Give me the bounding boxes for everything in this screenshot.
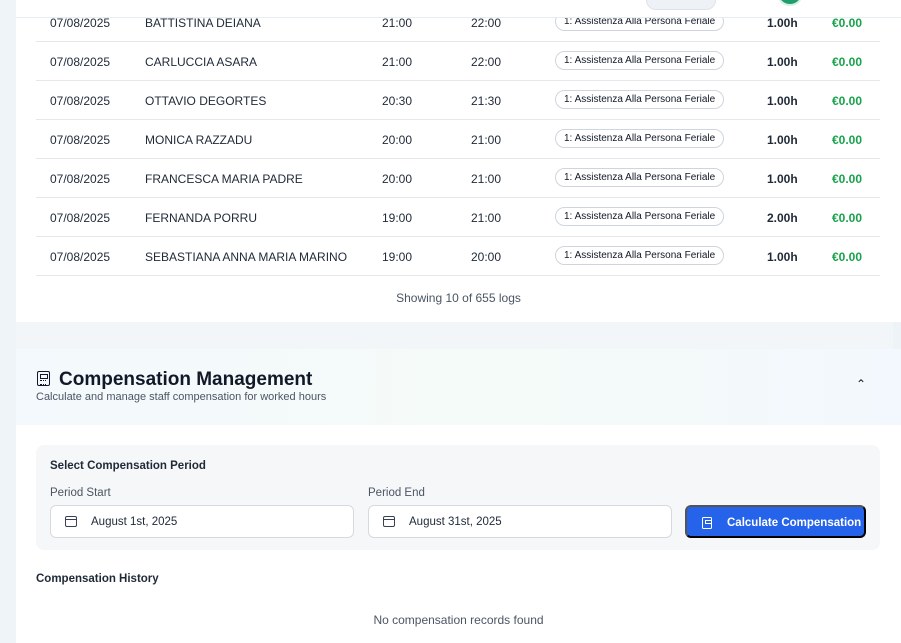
log-end-time: 22:00 — [471, 16, 502, 30]
compensation-period-panel: Select Compensation Period Period Start … — [36, 445, 880, 550]
header-toggle[interactable] — [646, 0, 716, 10]
log-amount: €0.00 — [832, 250, 863, 264]
log-start-time: 19:00 — [382, 250, 413, 264]
log-amount: €0.00 — [832, 172, 863, 186]
log-end-time: 22:00 — [471, 55, 502, 69]
empty-state-text: No compensation records found — [373, 613, 544, 627]
log-date: 07/08/2025 — [50, 16, 111, 30]
period-start-label: Period Start — [50, 487, 111, 499]
log-end-time: 21:30 — [471, 94, 502, 108]
period-end-label: Period End — [368, 487, 425, 499]
log-hours: 1.00h — [767, 133, 798, 147]
log-amount: €0.00 — [832, 16, 863, 30]
calendar-icon — [65, 516, 77, 527]
log-hours: 1.00h — [767, 94, 798, 108]
log-hours: 1.00h — [767, 250, 798, 264]
log-start-time: 20:00 — [382, 172, 413, 186]
calculate-compensation-button[interactable]: Calculate Compensation — [685, 505, 866, 538]
table-row: 07/08/2025 SEBASTIANA ANNA MARIA MARINO 19… — [36, 237, 880, 276]
log-end-time: 21:00 — [471, 211, 502, 225]
table-row: 07/08/2025 FRANCESCA MARIA PADRE 20:00 21:0… — [36, 159, 880, 198]
log-start-time: 19:00 — [382, 211, 413, 225]
log-hours: 1.00h — [767, 16, 798, 30]
log-end-time: 21:00 — [471, 133, 502, 147]
table-row: 07/08/2025 FERNANDA PORRU 19:00 21:00 1: Ass… — [36, 198, 880, 237]
page-background-left — [0, 0, 16, 643]
log-amount: €0.00 — [832, 94, 863, 108]
log-name: FRANCESCA MARIA PADRE — [145, 172, 303, 186]
chevron-up-icon[interactable]: ⌃ — [854, 377, 868, 391]
log-start-time: 21:00 — [382, 55, 413, 69]
period-start-picker[interactable]: August 1st, 2025 — [50, 505, 354, 538]
compensation-subtitle: Calculate and manage staff compensation … — [36, 391, 327, 403]
period-end-value: August 31st, 2025 — [409, 516, 502, 528]
log-service-badge: 1: Assistenza Alla Persona Feriale — [555, 129, 725, 148]
log-name: MONICA RAZZADU — [145, 133, 253, 147]
calculator-icon — [37, 371, 50, 386]
log-name: OTTAVIO DEGORTES — [145, 94, 267, 108]
calculate-compensation-label: Calculate Compensation — [727, 517, 862, 529]
log-service-badge: 1: Assistenza Alla Persona Feriale — [555, 207, 725, 226]
log-service-badge: 1: Assistenza Alla Persona Feriale — [555, 51, 725, 70]
log-service-badge: 1: Assistenza Alla Persona Feriale — [555, 168, 725, 187]
log-start-time: 20:00 — [382, 133, 413, 147]
calendar-icon — [383, 516, 395, 527]
compensation-history-title: Compensation History — [36, 573, 159, 585]
period-start-value: August 1st, 2025 — [91, 516, 178, 528]
log-amount: €0.00 — [832, 133, 863, 147]
log-end-time: 20:00 — [471, 250, 502, 264]
table-row: 07/08/2025 MONICA RAZZADU 20:00 21:00 1: Ass… — [36, 120, 880, 159]
log-date: 07/08/2025 — [50, 211, 111, 225]
log-start-time: 20:30 — [382, 94, 413, 108]
log-hours: 2.00h — [767, 211, 798, 225]
log-name: BATTISTINA DEIANA — [145, 16, 261, 30]
log-amount: €0.00 — [832, 55, 863, 69]
log-date: 07/08/2025 — [50, 94, 111, 108]
top-header-edge — [16, 0, 901, 18]
log-amount: €0.00 — [832, 211, 863, 225]
work-logs-card: 07/08/2025 BATTISTINA DEIANA 21:00 22:00 1: … — [16, 0, 901, 322]
log-service-badge: 1: Assistenza Alla Persona Feriale — [555, 246, 725, 265]
calculator-icon — [702, 517, 712, 529]
period-end-picker[interactable]: August 31st, 2025 — [368, 505, 672, 538]
compensation-title: Compensation Management — [59, 369, 313, 390]
log-name: SEBASTIANA ANNA MARIA MARINO — [145, 250, 348, 264]
log-date: 07/08/2025 — [50, 250, 111, 264]
table-row: 07/08/2025 CARLUCCIA ASARA 21:00 22:00 1: As… — [36, 42, 880, 81]
table-row: 07/08/2025 OTTAVIO DEGORTES 20:30 21:30 1: A… — [36, 81, 880, 120]
period-panel-title: Select Compensation Period — [50, 460, 206, 472]
log-date: 07/08/2025 — [50, 55, 111, 69]
log-service-badge: 1: Assistenza Alla Persona Feriale — [555, 90, 725, 109]
log-date: 07/08/2025 — [50, 172, 111, 186]
compensation-header[interactable]: Compensation Management Calculate and ma… — [16, 349, 901, 425]
log-name: FERNANDA PORRU — [145, 211, 258, 225]
compensation-management-card: Compensation Management Calculate and ma… — [16, 349, 901, 643]
log-end-time: 21:00 — [471, 172, 502, 186]
log-start-time: 21:00 — [382, 16, 413, 30]
log-hours: 1.00h — [767, 172, 798, 186]
log-name: CARLUCCIA ASARA — [145, 55, 258, 69]
logs-count-text: Showing 10 of 655 logs — [396, 291, 521, 305]
log-date: 07/08/2025 — [50, 133, 111, 147]
log-hours: 1.00h — [767, 55, 798, 69]
